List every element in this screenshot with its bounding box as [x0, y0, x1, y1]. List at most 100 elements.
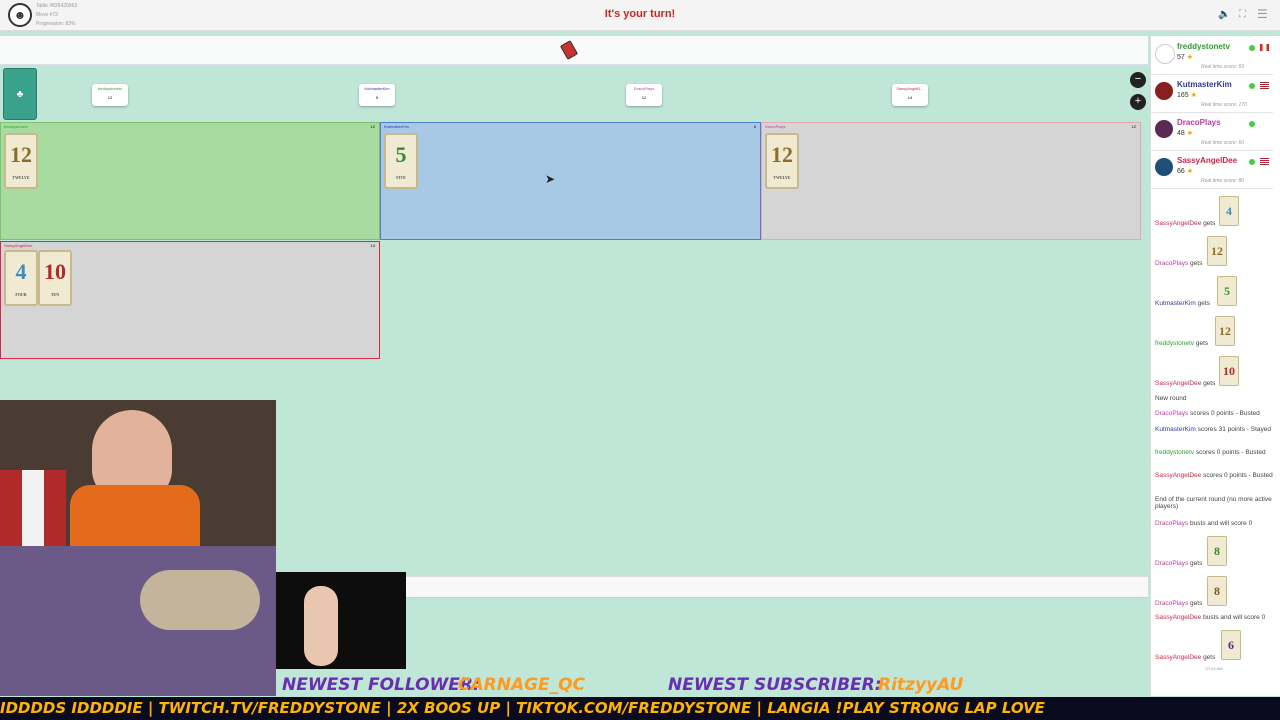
log-text: gets — [1190, 260, 1203, 267]
log-player-name[interactable]: DracoPlays — [1155, 260, 1188, 267]
bga-logo-icon[interactable]: ☻ — [8, 3, 32, 27]
card-word: FIVE — [396, 175, 406, 180]
log-entry: 6 SassyAngelDee gets — [1155, 630, 1273, 666]
log-card: 6 — [1221, 630, 1241, 660]
log-card: 8 — [1207, 576, 1227, 606]
log-entry: DracoPlays scores 0 points - Busted — [1155, 410, 1273, 417]
log-player-name[interactable]: freddystonetv — [1155, 340, 1194, 347]
log-player-name[interactable]: freddystonetv — [1155, 449, 1194, 456]
star-icon: ★ — [1186, 54, 1194, 61]
online-status-icon — [1249, 159, 1255, 165]
log-player-name[interactable]: SassyAngelDee — [1155, 654, 1201, 661]
move-number: Move #72 — [36, 12, 58, 18]
log-player-name[interactable]: SassyAngelDee — [1155, 220, 1201, 227]
log-end-round: End of the current round (no more active… — [1155, 496, 1272, 510]
board-label-name: SassyAngelD... — [896, 86, 924, 91]
board-label-name: DracoPlays — [633, 86, 655, 91]
sound-icon[interactable]: 🔈 — [1218, 9, 1230, 20]
log-player-name[interactable]: KutmasterKim — [1155, 426, 1196, 433]
log-text: gets — [1190, 600, 1203, 607]
log-player-name[interactable]: SassyAngelDee — [1155, 380, 1201, 387]
card-word: TWELVE — [12, 175, 30, 180]
board-label-score: 12 — [107, 95, 113, 100]
log-card: 8 — [1207, 536, 1227, 566]
board-label-name: freddystonetv — [97, 86, 122, 91]
log-player-name[interactable]: DracoPlays — [1155, 520, 1188, 527]
log-text: gets — [1203, 654, 1216, 661]
log-text: busts and will score 0 — [1203, 614, 1266, 621]
log-player-name[interactable]: KutmasterKim — [1155, 300, 1196, 307]
log-text: scores 31 points - Stayed — [1197, 426, 1271, 433]
board-label-kutmasterkim: KutmasterKim 5 — [359, 84, 395, 106]
board-label-freddystonetv: freddystonetv 12 — [92, 84, 128, 106]
log-entry: KutmasterKim scores 31 points - Stayed — [1155, 426, 1273, 433]
turn-message: It's your turn! — [604, 8, 676, 20]
log-entry: 12 freddystonetv gets — [1155, 316, 1273, 352]
card-number: 10 — [44, 259, 66, 284]
zoom-in-icon[interactable]: + — [1130, 94, 1146, 110]
panel-player-name: DracoPlays — [765, 124, 786, 129]
star-icon: ★ — [1190, 92, 1197, 99]
card-number: 12 — [771, 142, 793, 167]
star-icon: ★ — [1186, 130, 1194, 137]
log-player-name[interactable]: DracoPlays — [1155, 560, 1188, 567]
log-entry: 5 KutmasterKim gets — [1155, 276, 1273, 312]
player-card-dracoplays[interactable]: DracoPlays 48 ★ Real time score: 60 — [1151, 114, 1273, 151]
card: 5 FIVE — [384, 133, 418, 189]
log-text: gets — [1190, 560, 1203, 567]
log-player-name[interactable]: DracoPlays — [1155, 600, 1188, 607]
board-label-score: 5 — [375, 95, 379, 100]
online-status-icon — [1249, 83, 1255, 89]
action-bar — [0, 36, 1148, 65]
card-number: 12 — [10, 142, 32, 167]
player-name[interactable]: SassyAngelDee — [1177, 156, 1237, 165]
waving-hand — [304, 586, 338, 666]
right-sidebar: freddystonetv 57 ★ Real time score: 69 K… — [1150, 36, 1280, 696]
player-name[interactable]: KutmasterKim — [1177, 80, 1232, 89]
board-label-score: 12 — [641, 95, 647, 100]
log-entry: 8 DracoPlays gets — [1155, 536, 1273, 572]
player-panel-kutmasterkim: KutmasterKim 5 5 FIVE ➤ — [380, 122, 761, 240]
log-text: gets — [1195, 340, 1209, 347]
panel-player-name: KutmasterKim — [384, 124, 410, 129]
card-word: FOUR — [15, 292, 27, 297]
log-new-round: New round — [1155, 395, 1187, 402]
canada-flag-poster — [0, 470, 66, 550]
zoom-out-icon[interactable]: − — [1130, 72, 1146, 88]
player-score: 48 ★ — [1177, 130, 1194, 137]
top-bar: ☻ Table #826420963 Move #72 Progression:… — [0, 0, 1280, 31]
log-entry: 10 SassyAngelDee gets — [1155, 356, 1273, 392]
log-player-name[interactable]: SassyAngelDee — [1155, 614, 1201, 621]
player-score: 57 ★ — [1177, 54, 1194, 61]
avatar — [1155, 44, 1175, 64]
player-name[interactable]: freddystonetv — [1177, 42, 1230, 51]
player-score: 66 ★ — [1177, 168, 1194, 175]
flag-usa-icon — [1260, 82, 1269, 89]
player-card-freddystonetv[interactable]: freddystonetv 57 ★ Real time score: 69 — [1151, 38, 1273, 75]
player-name[interactable]: DracoPlays — [1177, 118, 1221, 127]
newest-subscriber-name: RitzyyAU — [878, 675, 964, 695]
log-player-name[interactable]: SassyAngelDee — [1155, 472, 1201, 479]
log-entry: SassyAngelDee busts and will score 0 — [1155, 614, 1273, 621]
flag-canada-icon — [1260, 44, 1269, 51]
board-label-dracoplays: DracoPlays 12 — [626, 84, 662, 106]
card: 12 TWELVE — [4, 133, 38, 189]
star-icon: ★ — [1186, 168, 1194, 175]
card-number: 5 — [395, 142, 407, 167]
log-entry: freddystonetv scores 0 points - Busted — [1155, 449, 1273, 456]
player-card-kutmasterkim[interactable]: KutmasterKim 165 ★ Real time score: 170 — [1151, 76, 1273, 113]
chat-input-bar[interactable] — [404, 576, 1148, 598]
fullscreen-icon[interactable]: ⛶ — [1239, 9, 1246, 20]
log-entry: 8 DracoPlays gets — [1155, 576, 1273, 612]
newest-follower-name: CARNAGE_QC — [458, 675, 586, 695]
player-card-sassyangeldee[interactable]: SassyAngelDee 66 ★ Real time score: 80 — [1151, 152, 1273, 189]
menu-icon[interactable]: ☰ — [1257, 7, 1268, 21]
mouse-cursor-icon: ➤ — [545, 172, 556, 186]
online-status-icon — [1249, 121, 1255, 127]
online-status-icon — [1249, 45, 1255, 51]
player-score: 165 ★ — [1177, 92, 1197, 99]
panel-player-name: freddystonetv — [4, 124, 29, 129]
log-player-name[interactable]: DracoPlays — [1155, 410, 1188, 417]
deck-pile[interactable]: ♣ — [3, 68, 37, 120]
log-entry: 12 DracoPlays gets — [1155, 236, 1273, 272]
